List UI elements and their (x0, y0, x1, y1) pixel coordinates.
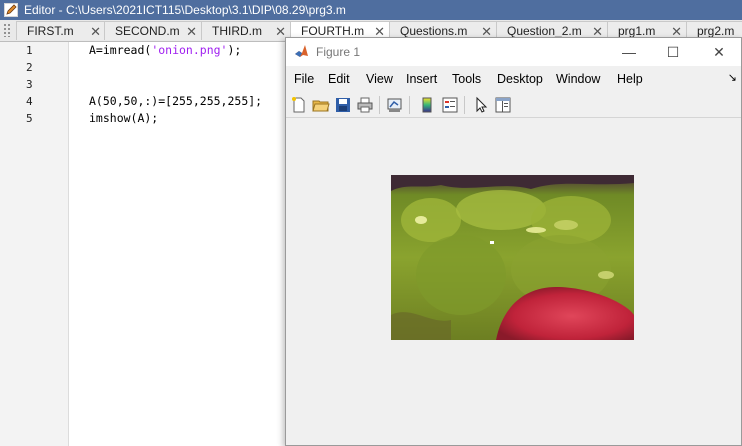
tab-label: Question_2.m (507, 24, 582, 38)
line-number: 3 (26, 78, 33, 91)
new-figure-icon[interactable] (290, 96, 308, 114)
figure-canvas[interactable] (286, 118, 741, 445)
legend-icon[interactable] (441, 96, 459, 114)
figure-title: Figure 1 (316, 45, 361, 59)
menu-file[interactable]: File (294, 72, 314, 86)
line-number-gutter (0, 42, 69, 446)
figure-window[interactable]: Figure 1 — ☐ ✕ File Edit View Insert Too… (285, 37, 742, 446)
code-text: ); (227, 43, 242, 57)
tab-label: prg2.m (697, 24, 735, 38)
save-icon[interactable] (334, 96, 352, 114)
tab-label: SECOND.m (115, 24, 180, 38)
tab-second[interactable]: SECOND.m ✕ (104, 21, 202, 40)
line-number: 5 (26, 112, 33, 125)
menu-view[interactable]: View (366, 72, 393, 86)
toolbar-separator (409, 96, 410, 114)
menu-window[interactable]: Window (556, 72, 600, 86)
figure-titlebar[interactable]: Figure 1 — ☐ ✕ (286, 38, 741, 66)
menu-help[interactable]: Help (617, 72, 643, 86)
tab-grip-icon[interactable] (3, 23, 11, 37)
editor-title: Editor - C:\Users\2021ICT115\Desktop\3.1… (24, 3, 346, 17)
toolbar-separator (379, 96, 380, 114)
menubar-overflow-icon[interactable]: ↘ (728, 71, 737, 84)
code-line-1[interactable]: A=imread('onion.png'); (89, 43, 241, 57)
tab-first[interactable]: FIRST.m ✕ (16, 21, 106, 40)
print-icon[interactable] (356, 96, 374, 114)
menu-insert[interactable]: Insert (406, 72, 437, 86)
matlab-logo-icon (294, 44, 309, 59)
menu-edit[interactable]: Edit (328, 72, 350, 86)
tab-label: THIRD.m (212, 24, 262, 38)
tab-label: prg1.m (618, 24, 656, 38)
editor-titlebar: Editor - C:\Users\2021ICT115\Desktop\3.1… (0, 0, 742, 20)
maximize-button[interactable]: ☐ (661, 42, 685, 62)
menu-desktop[interactable]: Desktop (497, 72, 543, 86)
line-number: 2 (26, 61, 33, 74)
onion-image (391, 175, 634, 340)
tab-third[interactable]: THIRD.m ✕ (201, 21, 291, 40)
displayed-image[interactable] (391, 175, 634, 340)
tab-label: FOURTH.m (301, 24, 365, 38)
toolbar-separator (464, 96, 465, 114)
open-file-icon[interactable] (312, 96, 330, 114)
menu-tools[interactable]: Tools (452, 72, 481, 86)
code-line-5[interactable]: imshow(A); (89, 111, 158, 125)
tab-label: Questions.m (400, 24, 468, 38)
close-button[interactable]: ✕ (707, 42, 731, 62)
figure-menubar: File Edit View Insert Tools Desktop Wind… (286, 67, 741, 91)
close-tab-icon[interactable]: ✕ (186, 22, 197, 41)
link-plot-icon[interactable] (386, 96, 404, 114)
edit-plot-icon[interactable] (472, 96, 490, 114)
editor-pencil-icon (4, 3, 18, 17)
string-literal: 'onion.png' (151, 43, 228, 57)
close-tab-icon[interactable]: ✕ (90, 22, 101, 41)
property-inspector-icon[interactable] (494, 96, 512, 114)
code-line-4[interactable]: A(50,50,:)=[255,255,255]; (89, 94, 262, 108)
line-number: 1 (26, 44, 33, 57)
figure-toolbar (286, 93, 741, 118)
tab-label: FIRST.m (27, 24, 74, 38)
line-number: 4 (26, 95, 33, 108)
colorbar-icon[interactable] (418, 96, 436, 114)
code-text: A=imread( (89, 43, 152, 57)
minimize-button[interactable]: — (617, 42, 641, 62)
